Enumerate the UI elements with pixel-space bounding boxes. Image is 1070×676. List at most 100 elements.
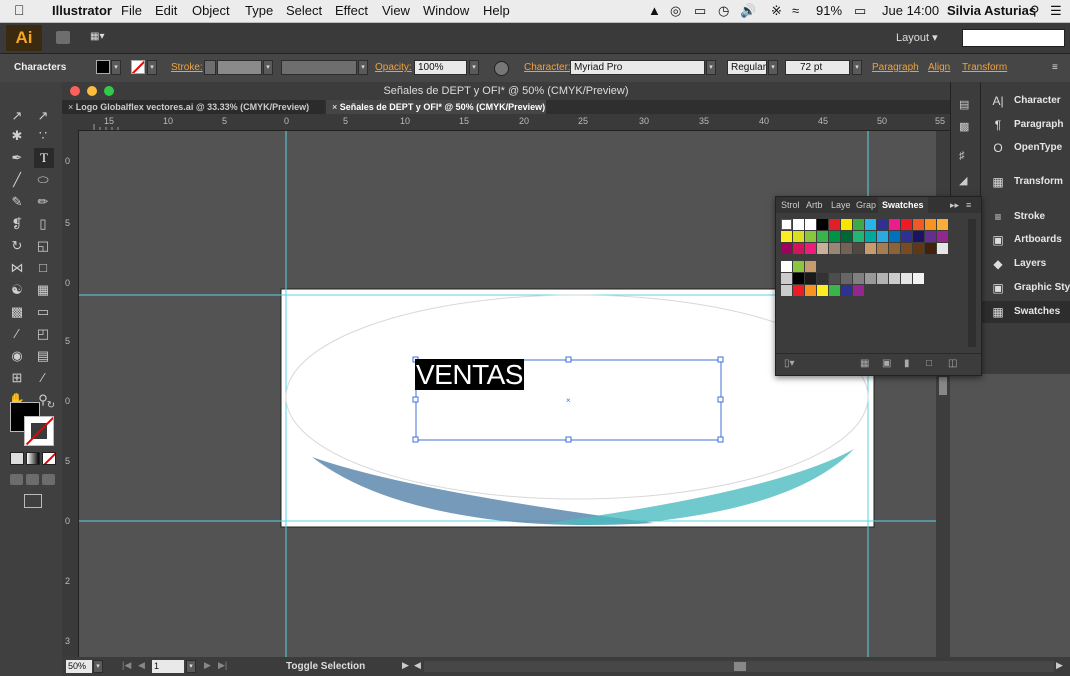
tab-layers[interactable]: Laye bbox=[831, 200, 851, 210]
menu-edit[interactable]: Edit bbox=[155, 3, 177, 18]
color-swatch[interactable] bbox=[853, 243, 864, 254]
color-swatch[interactable] bbox=[901, 231, 912, 242]
color-swatch[interactable] bbox=[829, 243, 840, 254]
menu-select[interactable]: Select bbox=[286, 3, 322, 18]
draw-normal-icon[interactable] bbox=[10, 474, 23, 485]
status-icon[interactable]: ▲ bbox=[648, 3, 661, 18]
tab-graphic-styles[interactable]: Grap bbox=[856, 200, 876, 210]
airplay-icon[interactable]: ▭ bbox=[694, 3, 706, 19]
color-swatch[interactable] bbox=[853, 231, 864, 242]
variable-width-profile[interactable] bbox=[281, 60, 357, 75]
panel-swatches[interactable]: ▦ Swatches bbox=[981, 301, 1070, 323]
perspective-grid-tool-icon[interactable]: ▦ bbox=[32, 280, 54, 300]
lasso-tool-icon[interactable]: ∵ bbox=[32, 126, 54, 146]
brushes-panel-icon[interactable]: ♯ bbox=[959, 150, 973, 162]
last-artboard-icon[interactable]: ▶| bbox=[218, 660, 227, 671]
close-window-button[interactable] bbox=[70, 86, 80, 96]
expand-panel-icon[interactable]: ▸▸ bbox=[950, 200, 959, 211]
color-swatch[interactable] bbox=[781, 243, 792, 254]
color-swatch[interactable] bbox=[853, 285, 864, 296]
panel-paragraph[interactable]: ¶ Paragraph bbox=[981, 114, 1070, 136]
vertical-ruler[interactable]: 0 5 0 5 0 5 0 2 3 bbox=[62, 130, 79, 660]
color-swatch[interactable] bbox=[925, 243, 936, 254]
selection-handle[interactable] bbox=[717, 436, 724, 443]
zoom-dropdown[interactable]: ▾ bbox=[93, 660, 103, 673]
panel-artboards[interactable]: ▣ Artboards bbox=[981, 229, 1070, 251]
fill-dropdown[interactable]: ▾ bbox=[111, 60, 121, 75]
panel-graphic-styles[interactable]: ▣ Graphic Styles bbox=[981, 277, 1070, 299]
horizontal-ruler[interactable]: 15 10 5 0 5 10 15 20 25 30 35 40 45 50 5… bbox=[62, 114, 950, 131]
color-swatch[interactable] bbox=[805, 243, 816, 254]
stroke-swatch[interactable] bbox=[131, 60, 145, 74]
first-artboard-icon[interactable]: |◀ bbox=[122, 660, 131, 671]
color-swatch[interactable] bbox=[841, 243, 852, 254]
color-swatch[interactable] bbox=[901, 273, 912, 284]
sync-icon[interactable]: ◎ bbox=[670, 3, 681, 19]
color-swatch[interactable] bbox=[865, 273, 876, 284]
color-swatch[interactable] bbox=[805, 219, 816, 230]
stroke-dropdown[interactable]: ▾ bbox=[147, 60, 157, 75]
blend-tool-icon[interactable]: ◰ bbox=[32, 324, 54, 344]
color-swatch[interactable] bbox=[913, 243, 924, 254]
artboard-number-input[interactable]: 1 bbox=[152, 660, 184, 673]
color-swatch[interactable] bbox=[937, 219, 948, 230]
color-swatch[interactable] bbox=[829, 285, 840, 296]
color-swatch[interactable] bbox=[913, 219, 924, 230]
volume-icon[interactable]: 🔊 bbox=[740, 3, 756, 19]
color-swatch[interactable] bbox=[793, 243, 804, 254]
tab-logo-globalflex[interactable]: × Logo Globalflex vectores.ai @ 33.33% (… bbox=[62, 100, 324, 114]
gradient-tool-icon[interactable]: ▭ bbox=[32, 302, 54, 322]
panel-character[interactable]: A| Character bbox=[981, 90, 1070, 112]
color-swatch[interactable] bbox=[877, 219, 888, 230]
zoom-window-button[interactable] bbox=[104, 86, 114, 96]
font-style-input[interactable]: Regular bbox=[727, 60, 767, 75]
status-menu-icon[interactable]: ▶ bbox=[402, 660, 409, 671]
stroke-label[interactable]: Stroke: bbox=[171, 62, 203, 73]
color-swatch[interactable] bbox=[817, 285, 828, 296]
color-guide-panel-icon[interactable]: ◢ bbox=[959, 174, 973, 187]
stroke-weight-stepper[interactable] bbox=[204, 60, 216, 75]
tab-artboards[interactable]: Artb bbox=[806, 200, 823, 210]
draw-inside-icon[interactable] bbox=[42, 474, 55, 485]
scroll-left-icon[interactable]: ◀ bbox=[414, 660, 421, 671]
stroke-weight-dropdown[interactable]: ▾ bbox=[263, 60, 273, 75]
apple-icon[interactable]:  bbox=[14, 2, 25, 18]
battery-percent[interactable]: 91% bbox=[816, 3, 842, 18]
selection-handle[interactable] bbox=[565, 436, 572, 443]
color-swatch[interactable] bbox=[877, 243, 888, 254]
app-menu[interactable]: Illustrator bbox=[52, 3, 112, 18]
wifi-icon[interactable]: ≈ bbox=[792, 3, 799, 18]
color-mode-icon[interactable] bbox=[10, 452, 24, 465]
color-swatch[interactable] bbox=[889, 219, 900, 230]
shape-builder-tool-icon[interactable]: ☯ bbox=[6, 280, 28, 300]
eyedropper-tool-icon[interactable]: ∕ bbox=[6, 324, 28, 344]
type-tool-icon[interactable]: T bbox=[34, 148, 54, 168]
time-machine-icon[interactable]: ◷ bbox=[718, 3, 729, 19]
color-swatch[interactable] bbox=[877, 273, 888, 284]
tab-senales[interactable]: × Señales de DEPT y OFI* @ 50% (CMYK/Pre… bbox=[326, 100, 546, 114]
arrange-documents-icon[interactable]: ▦▾ bbox=[90, 31, 110, 44]
color-swatch[interactable] bbox=[865, 243, 876, 254]
new-swatch-icon[interactable]: □ bbox=[926, 358, 932, 369]
pen-tool-icon[interactable]: ✒ bbox=[6, 148, 28, 168]
panel-stroke[interactable]: ≡ Stroke bbox=[981, 206, 1070, 228]
variable-width-dropdown[interactable]: ▾ bbox=[358, 60, 368, 75]
color-swatch[interactable] bbox=[841, 231, 852, 242]
screen-mode-icon[interactable] bbox=[24, 494, 42, 508]
opacity-dropdown[interactable]: ▾ bbox=[469, 60, 479, 75]
column-graph-tool-icon[interactable]: ▤ bbox=[32, 346, 54, 366]
font-family-input[interactable]: Myriad Pro bbox=[570, 60, 705, 75]
color-swatch[interactable] bbox=[817, 219, 828, 230]
horizontal-scroll-thumb[interactable] bbox=[734, 662, 746, 671]
swatch-options-icon[interactable]: ▣ bbox=[882, 358, 891, 369]
color-swatch[interactable] bbox=[901, 219, 912, 230]
new-color-group-icon[interactable]: ▮ bbox=[904, 358, 910, 369]
menu-window[interactable]: Window bbox=[423, 3, 469, 18]
color-swatch[interactable] bbox=[793, 219, 804, 230]
paragraph-label[interactable]: Paragraph bbox=[872, 62, 919, 73]
color-swatch[interactable] bbox=[841, 219, 852, 230]
color-swatch[interactable] bbox=[937, 243, 948, 254]
color-swatch[interactable] bbox=[817, 231, 828, 242]
color-swatch[interactable] bbox=[805, 285, 816, 296]
color-swatch[interactable] bbox=[829, 231, 840, 242]
